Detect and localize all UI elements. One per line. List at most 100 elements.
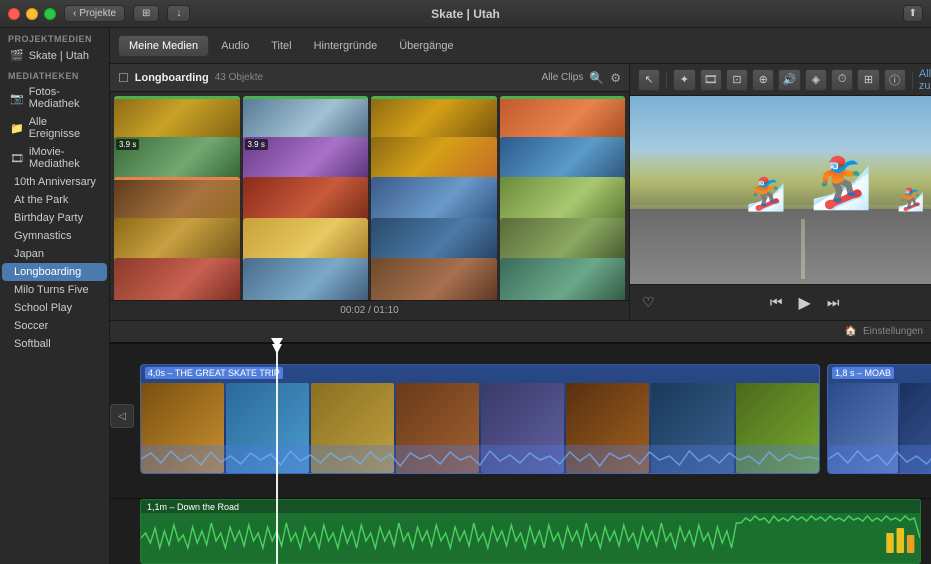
filter-label[interactable]: Alle Clips — [542, 72, 584, 83]
house-icon: 🏠 — [845, 326, 857, 337]
sidebar-item-softball[interactable]: Softball — [2, 335, 107, 353]
sidebar-item-milo[interactable]: Milo Turns Five — [2, 281, 107, 299]
tab-audio[interactable]: Audio — [211, 36, 259, 56]
speed-btn[interactable]: ⏱ — [831, 69, 853, 91]
checkbox-icon[interactable]: ☐ — [118, 71, 129, 85]
timeline: ◁ ▷ 4,0s – THE GREAT SKATE TRIP — [110, 342, 931, 564]
moab-waveform-svg — [828, 445, 931, 473]
crop-btn[interactable]: ⊡ — [726, 69, 748, 91]
sidebar-item-japan[interactable]: Japan — [2, 245, 107, 263]
media-thumb-19[interactable] — [371, 258, 497, 300]
preview-video: 🏂 🏂 🏂 — [630, 96, 931, 284]
back-button[interactable]: ‹ Projekte — [64, 5, 125, 22]
filter-btn[interactable]: 🎞 — [700, 69, 722, 91]
tab-hintergruende[interactable]: Hintergründe — [304, 36, 388, 56]
moab-waveform-bg — [828, 445, 931, 473]
audio-clip[interactable]: 1,1m – Down the Road — [140, 499, 921, 564]
media-browser-title: Longboarding — [135, 72, 209, 84]
imovie-icon: 🎞 — [10, 152, 24, 165]
clip-label-great-skate: 4,0s – THE GREAT SKATE TRIP — [145, 367, 283, 379]
search-icon[interactable]: 🔍 — [589, 71, 604, 85]
color-btn[interactable]: ◈ — [805, 69, 827, 91]
stabilize-btn[interactable]: ⊕ — [752, 69, 774, 91]
tab-meine-medien[interactable]: Meine Medien — [118, 35, 209, 57]
cursor-tool-btn[interactable]: ↖ — [638, 69, 660, 91]
sidebar-item-project[interactable]: 🎬 Skate | Utah — [2, 46, 107, 65]
thumb-badge: 3.9 s — [245, 139, 268, 150]
waveform-bg — [141, 445, 819, 473]
tab-titel[interactable]: Titel — [261, 36, 301, 56]
middle-section: ☐ Longboarding 43 Objekte Alle Clips 🔍 ⚙ — [110, 64, 931, 320]
video-road — [630, 209, 931, 284]
track-left-btn[interactable]: ◁ — [110, 404, 134, 428]
play-button[interactable]: ▶ — [799, 293, 811, 313]
preview-controls: ♡ ⏮ ▶ ⏭ ⤢ — [630, 284, 931, 320]
minimize-button[interactable] — [26, 8, 38, 20]
maximize-button[interactable] — [44, 8, 56, 20]
titlebar: ‹ Projekte ⊞ ↓ Skate | Utah ⬆ — [0, 0, 931, 28]
preview-toolbar: ↖ ✦ 🎞 ⊡ ⊕ 🔊 ◈ ⏱ ⊞ ⓘ Alle zurück — [630, 64, 931, 96]
media-thumb-17[interactable] — [114, 258, 240, 300]
sidebar-item-park[interactable]: At the Park — [2, 191, 107, 209]
road-line — [801, 219, 805, 279]
arrow-down-button[interactable]: ↓ — [167, 5, 190, 22]
timeline-audio-section: 1,1m – Down the Road — [110, 498, 931, 564]
sidebar: PROJEKTMEDIEN 🎬 Skate | Utah MEDIATHEKEN… — [0, 28, 110, 564]
timeline-playhead[interactable] — [276, 344, 278, 564]
audio-waveform-container — [141, 513, 920, 563]
skip-back-button[interactable]: ⏮ — [770, 294, 783, 311]
sidebar-item-birthday[interactable]: Birthday Party — [2, 209, 107, 227]
skater-3: 🏂 — [897, 187, 924, 213]
events-icon: 📁 — [10, 122, 24, 135]
audio-btn[interactable]: 🔊 — [778, 69, 800, 91]
media-filter: Alle Clips 🔍 ⚙ — [542, 71, 621, 85]
media-count: 43 Objekte — [215, 72, 263, 83]
info-btn[interactable]: ⓘ — [884, 69, 906, 91]
video-track: 4,0s – THE GREAT SKATE TRIP — [140, 364, 921, 474]
skater-main: 🏂 — [810, 154, 872, 213]
separator — [666, 71, 667, 89]
grid-settings-icon[interactable]: ⚙ — [610, 71, 621, 85]
sidebar-item-fotos[interactable]: 📷 Fotos-Mediathek — [2, 83, 107, 113]
video-scene: 🏂 🏂 🏂 — [630, 96, 931, 284]
enhance-btn[interactable]: ✦ — [673, 69, 695, 91]
skip-forward-button[interactable]: ⏭ — [827, 294, 840, 311]
preview-panel: ↖ ✦ 🎞 ⊡ ⊕ 🔊 ◈ ⏱ ⊞ ⓘ Alle zurück — [630, 64, 931, 320]
settings-label[interactable]: Einstellungen — [863, 326, 923, 337]
timeline-main: ◁ ▷ 4,0s – THE GREAT SKATE TRIP — [110, 344, 931, 498]
media-grid: 3.9 s 3.9 s — [110, 92, 629, 300]
alle-zuruck-btn[interactable]: Alle zurück — [919, 68, 931, 92]
skater-2: 🏂 — [746, 175, 786, 213]
sidebar-item-imovie[interactable]: 🎞 iMovie-Mediathek — [2, 143, 107, 173]
sidebar-item-soccer[interactable]: Soccer — [2, 317, 107, 335]
media-thumb-18[interactable] — [243, 258, 369, 300]
titlebar-icons: ⬆ — [903, 5, 923, 22]
storyboard-button[interactable]: ⊞ — [133, 5, 159, 22]
film-icon: 🎬 — [10, 49, 24, 62]
media-browser-header: ☐ Longboarding 43 Objekte Alle Clips 🔍 ⚙ — [110, 64, 629, 92]
sidebar-item-alle[interactable]: 📁 Alle Ereignisse — [2, 113, 107, 143]
sidebar-item-longboarding[interactable]: Longboarding — [2, 263, 107, 281]
splitscreen-btn[interactable]: ⊞ — [857, 69, 879, 91]
close-button[interactable] — [8, 8, 20, 20]
clip-moab[interactable]: 1,8 s – MOAB — [827, 364, 931, 474]
clip-label-moab: 1,8 s – MOAB — [832, 367, 894, 379]
sidebar-item-school[interactable]: School Play — [2, 299, 107, 317]
content-area: Meine Medien Audio Titel Hintergründe Üb… — [110, 28, 931, 564]
favorite-button[interactable]: ♡ — [642, 294, 655, 311]
waveform-svg — [141, 445, 819, 473]
tab-uebergaenge[interactable]: Übergänge — [389, 36, 463, 56]
audio-waveform-svg — [141, 513, 920, 563]
share-button[interactable]: ⬆ — [903, 5, 923, 22]
media-thumb-20[interactable] — [500, 258, 626, 300]
clip-great-skate[interactable]: 4,0s – THE GREAT SKATE TRIP — [140, 364, 820, 474]
clip-gap — [822, 364, 826, 474]
settings-bar: 🏠 Einstellungen — [110, 320, 931, 342]
sidebar-item-gymnastics[interactable]: Gymnastics — [2, 227, 107, 245]
traffic-lights — [8, 8, 56, 20]
sidebar-item-anniversary[interactable]: 10th Anniversary — [2, 173, 107, 191]
media-browser: ☐ Longboarding 43 Objekte Alle Clips 🔍 ⚙ — [110, 64, 630, 320]
photo-icon: 📷 — [10, 92, 24, 105]
libraries-section-label: MEDIATHEKEN — [0, 65, 109, 83]
separator-2 — [912, 71, 913, 89]
